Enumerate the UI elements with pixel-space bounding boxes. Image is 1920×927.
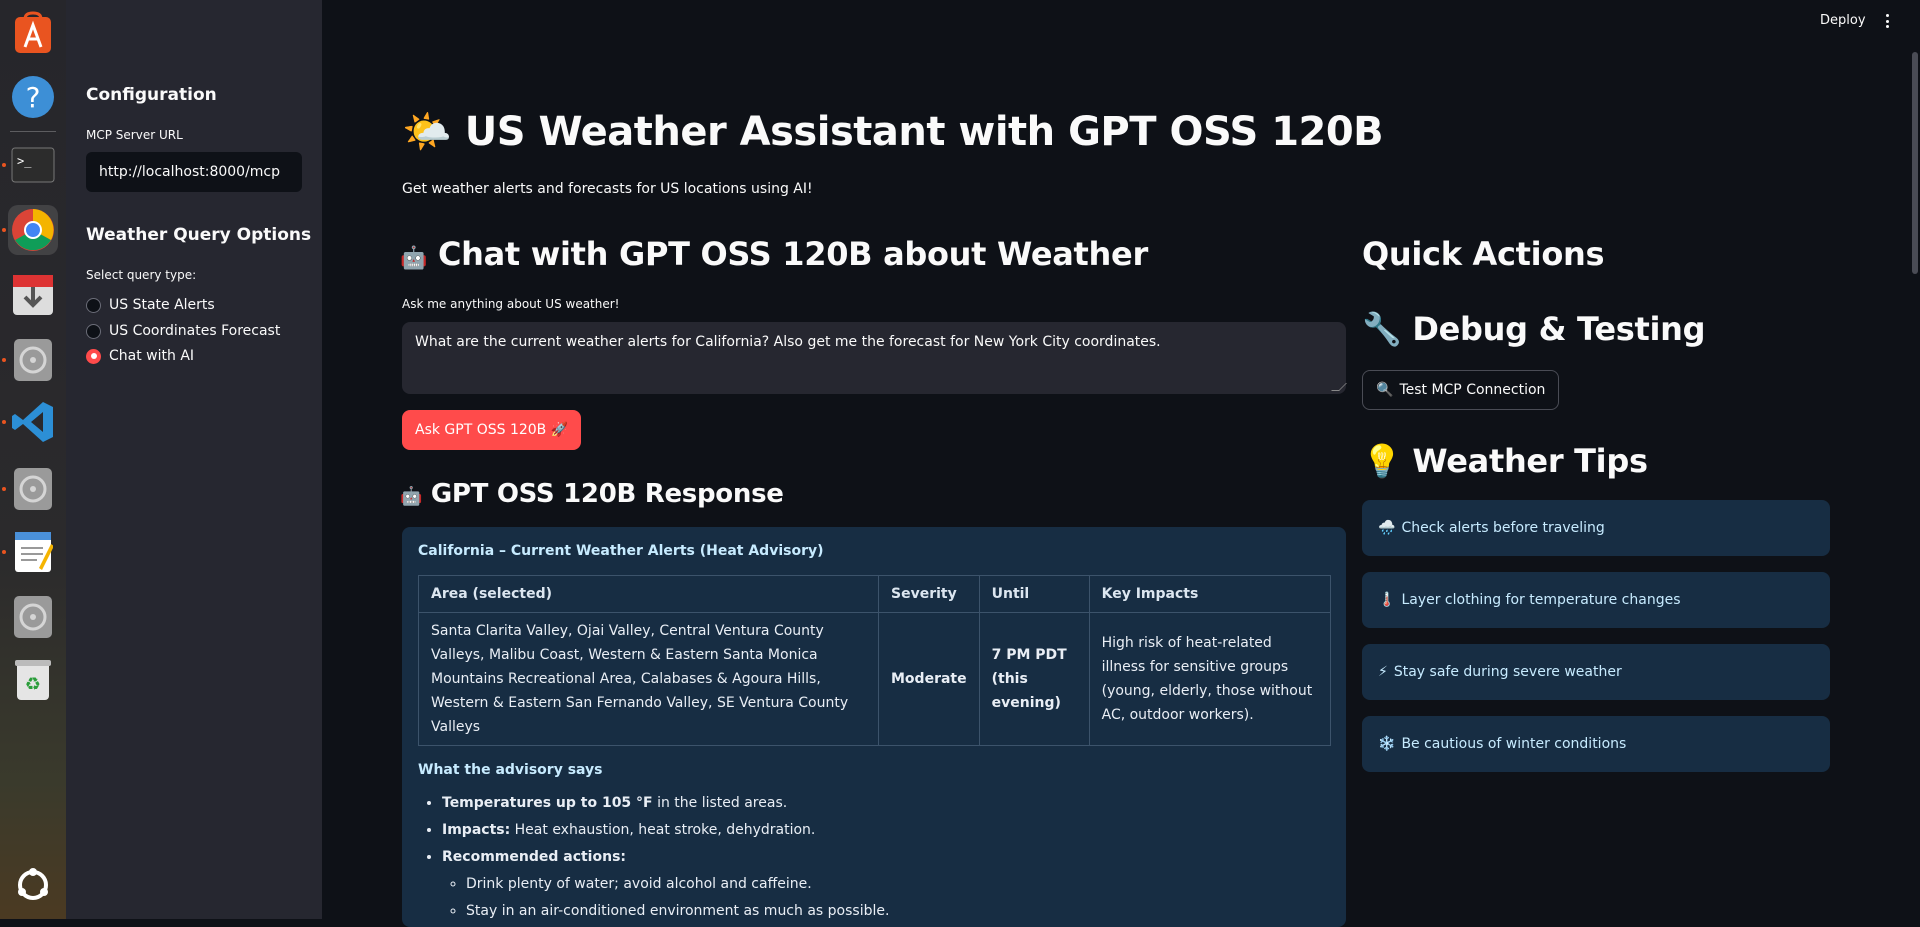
disk-icon-2[interactable] bbox=[8, 464, 58, 514]
deploy-button[interactable]: Deploy bbox=[1820, 13, 1866, 28]
help-icon[interactable]: ? bbox=[8, 72, 58, 122]
sub-list-item: Stay in an air-conditioned environment a… bbox=[466, 898, 1330, 925]
list-item: Impacts: Heat exhaustion, heat stroke, d… bbox=[442, 817, 1330, 844]
magnifier-icon: 🔍 bbox=[1376, 382, 1394, 398]
config-title: Configuration bbox=[86, 85, 217, 105]
mcp-url-input[interactable]: http://localhost:8000/mcp bbox=[86, 152, 302, 192]
question-textarea[interactable]: What are the current weather alerts for … bbox=[402, 322, 1347, 394]
radio-us-coordinates-forecast[interactable]: US Coordinates Forecast bbox=[86, 323, 280, 339]
sidebar: Configuration MCP Server URL http://loca… bbox=[66, 0, 322, 919]
page-title: 🌤️ US Weather Assistant with GPT OSS 120… bbox=[402, 109, 1384, 155]
text-editor-icon[interactable] bbox=[8, 527, 58, 577]
list-item: Recommended actions: Drink plenty of wat… bbox=[442, 844, 1330, 925]
ask-label: Ask me anything about US weather! bbox=[402, 297, 620, 311]
col-impacts: Key Impacts bbox=[1088, 575, 1332, 613]
tip-winter: ❄️ Be cautious of winter conditions bbox=[1362, 716, 1830, 772]
sub-list: Drink plenty of water; avoid alcohol and… bbox=[466, 871, 1330, 925]
question-text: What are the current weather alerts for … bbox=[415, 334, 1161, 350]
download-icon[interactable] bbox=[8, 270, 58, 320]
lightbulb-icon: 💡 bbox=[1362, 442, 1402, 480]
weather-tips-heading: 💡 Weather Tips bbox=[1362, 442, 1648, 480]
radio-label: US Coordinates Forecast bbox=[109, 323, 281, 339]
response-alert-heading: California – Current Weather Alerts (Hea… bbox=[418, 543, 824, 559]
chrome-icon[interactable] bbox=[8, 205, 58, 255]
vscode-icon[interactable] bbox=[8, 397, 58, 447]
cell-until: 7 PM PDT (this evening) bbox=[978, 612, 1090, 746]
radio-circle-selected[interactable] bbox=[86, 348, 101, 364]
radio-label: Chat with AI bbox=[109, 348, 195, 364]
alerts-table: Area (selected) Severity Until Key Impac… bbox=[418, 575, 1332, 746]
rain-cloud-icon: 🌧️ bbox=[1378, 520, 1396, 536]
list-item: Temperatures up to 105 °F in the listed … bbox=[442, 790, 1330, 817]
debug-heading: 🔧 Debug & Testing bbox=[1362, 310, 1706, 348]
cell-impacts: High risk of heat-related illness for se… bbox=[1088, 612, 1332, 746]
query-options-title: Weather Query Options bbox=[86, 225, 312, 245]
svg-text:?: ? bbox=[26, 81, 41, 114]
cell-severity: Moderate bbox=[878, 612, 980, 746]
show-apps-icon[interactable] bbox=[8, 860, 58, 910]
radio-circle[interactable] bbox=[86, 323, 101, 339]
test-mcp-connection-button[interactable]: 🔍 Test MCP Connection bbox=[1362, 370, 1560, 410]
thermometer-icon: 🌡️ bbox=[1378, 592, 1396, 608]
response-heading: 🤖 GPT OSS 120B Response bbox=[400, 479, 784, 509]
mcp-url-label: MCP Server URL bbox=[86, 128, 183, 142]
cell-area: Santa Clarita Valley, Ojai Valley, Centr… bbox=[418, 612, 879, 746]
advisory-list: Temperatures up to 105 °F in the listed … bbox=[442, 790, 1330, 925]
disk-icon-3[interactable] bbox=[8, 592, 58, 642]
robot-icon: 🤖 bbox=[400, 246, 428, 271]
tip-layer-clothing: 🌡️ Layer clothing for temperature change… bbox=[1362, 572, 1830, 628]
resize-handle[interactable] bbox=[1331, 383, 1347, 391]
lightning-icon: ⚡ bbox=[1378, 664, 1388, 680]
svg-text:>_: >_ bbox=[17, 154, 32, 168]
query-type-label: Select query type: bbox=[86, 268, 197, 282]
os-dock: ? >_ ♻ bbox=[0, 0, 66, 919]
app-center-icon[interactable] bbox=[8, 8, 58, 58]
disk-icon[interactable] bbox=[8, 335, 58, 385]
radio-label: US State Alerts bbox=[109, 297, 215, 313]
main-menu-icon[interactable] bbox=[1880, 12, 1894, 30]
quick-actions-title: Quick Actions bbox=[1362, 235, 1605, 273]
col-until: Until bbox=[978, 575, 1090, 613]
response-box: California – Current Weather Alerts (Hea… bbox=[402, 527, 1346, 927]
trash-icon[interactable]: ♻ bbox=[8, 655, 58, 705]
radio-chat-with-ai[interactable]: Chat with AI bbox=[86, 348, 194, 364]
page-subtitle: Get weather alerts and forecasts for US … bbox=[402, 181, 813, 197]
robot-icon: 🤖 bbox=[400, 486, 423, 507]
advisory-heading: What the advisory says bbox=[418, 762, 603, 778]
terminal-icon[interactable]: >_ bbox=[8, 140, 58, 190]
chat-heading: 🤖 Chat with GPT OSS 120B about Weather bbox=[400, 235, 1148, 273]
svg-text:♻: ♻ bbox=[25, 674, 41, 695]
tip-check-alerts: 🌧️ Check alerts before traveling bbox=[1362, 500, 1830, 556]
sun-cloud-icon: 🌤️ bbox=[402, 109, 452, 155]
col-area: Area (selected) bbox=[418, 575, 879, 613]
wrench-icon: 🔧 bbox=[1362, 310, 1402, 348]
col-severity: Severity bbox=[878, 575, 980, 613]
sub-list-item: Drink plenty of water; avoid alcohol and… bbox=[466, 871, 1330, 898]
radio-circle[interactable] bbox=[86, 297, 101, 313]
scrollbar[interactable] bbox=[1912, 52, 1918, 274]
table-row: Santa Clarita Valley, Ojai Valley, Centr… bbox=[418, 612, 1332, 746]
ask-button[interactable]: Ask GPT OSS 120B 🚀 bbox=[402, 410, 582, 450]
snowflake-icon: ❄️ bbox=[1378, 736, 1396, 752]
tip-severe-weather: ⚡ Stay safe during severe weather bbox=[1362, 644, 1830, 700]
table-header-row: Area (selected) Severity Until Key Impac… bbox=[418, 575, 1332, 613]
radio-us-state-alerts[interactable]: US State Alerts bbox=[86, 297, 215, 313]
